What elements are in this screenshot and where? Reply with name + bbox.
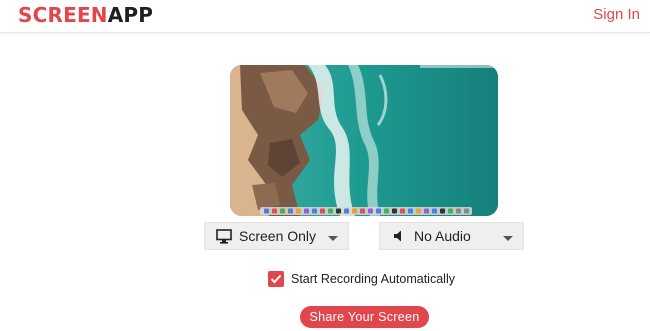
auto-record-option[interactable]: Start Recording Automatically (268, 270, 455, 288)
desktop-preview-image (230, 65, 498, 216)
top-bar: SCREENAPP Sign In (0, 0, 650, 33)
chevron-down-icon (503, 235, 513, 241)
speaker-icon (390, 227, 408, 245)
audio-source-dropdown[interactable]: No Audio (379, 222, 524, 250)
monitor-icon (215, 227, 233, 245)
logo-part-app: APP (107, 3, 154, 27)
audio-source-label: No Audio (414, 228, 471, 244)
screenapp-logo[interactable]: SCREENAPP (18, 3, 153, 27)
auto-record-checkbox[interactable] (268, 271, 284, 287)
sign-in-link[interactable]: Sign In (593, 6, 640, 23)
auto-record-label: Start Recording Automatically (291, 272, 455, 286)
screen-source-label: Screen Only (239, 228, 317, 244)
chevron-down-icon (328, 235, 338, 241)
logo-part-screen: SCREEN (18, 3, 108, 27)
screen-source-dropdown[interactable]: Screen Only (204, 222, 349, 250)
share-screen-button[interactable]: Share Your Screen (300, 306, 429, 328)
screen-preview (230, 65, 498, 216)
checkmark-icon (270, 274, 282, 284)
